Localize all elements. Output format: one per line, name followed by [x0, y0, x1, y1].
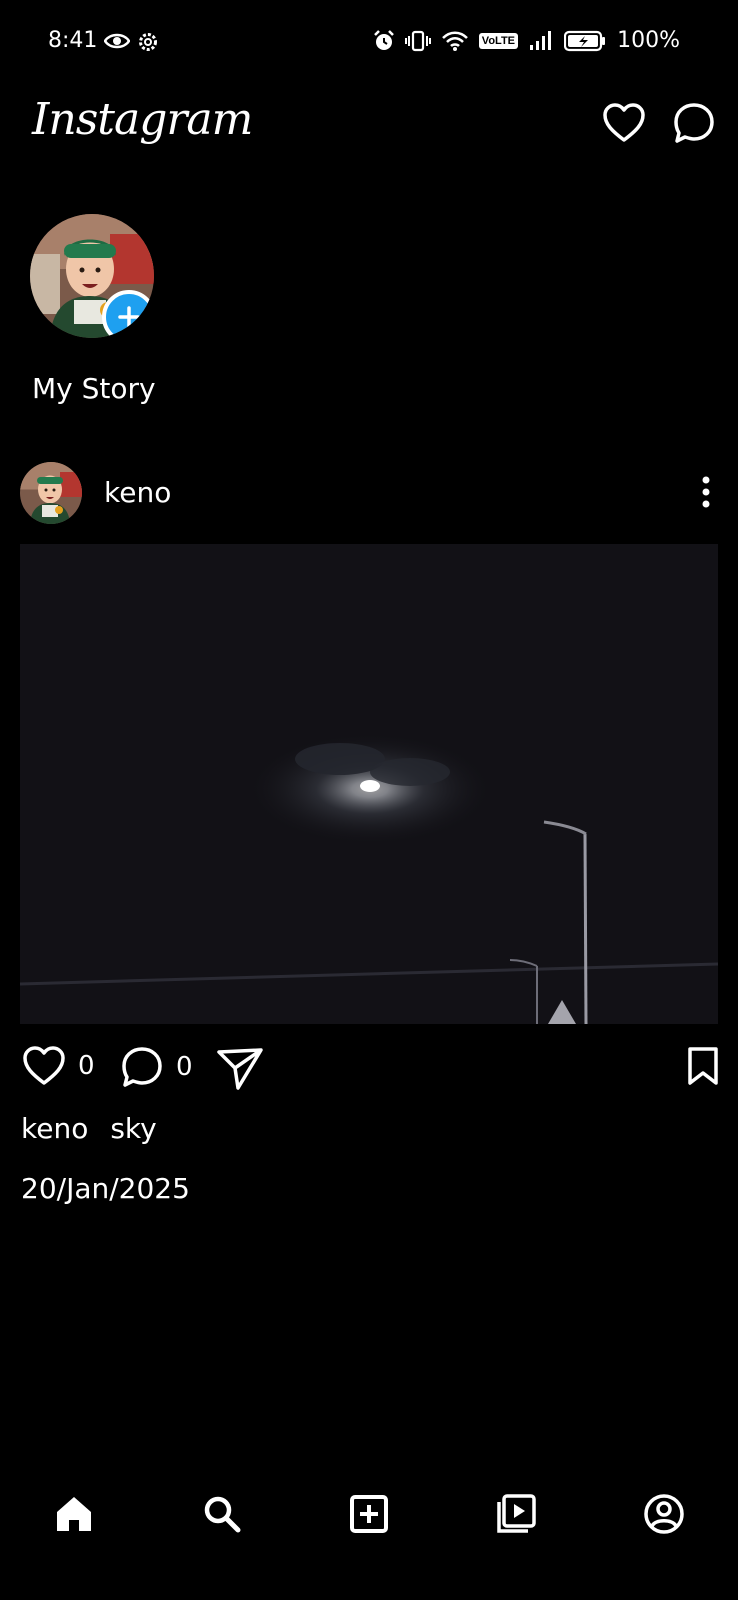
wifi-icon	[441, 30, 469, 52]
story-item-my-story[interactable]: My Story	[30, 214, 190, 405]
status-bar: 8:41 VoLTE 100%	[0, 22, 738, 62]
bottom-nav	[0, 1486, 738, 1556]
comment-icon[interactable]	[120, 1046, 164, 1088]
comment-count: 0	[176, 1052, 193, 1082]
home-icon[interactable]	[54, 1494, 94, 1534]
nav-reels[interactable]	[488, 1486, 544, 1542]
add-post-icon[interactable]	[349, 1494, 389, 1534]
post-actions: 0 0	[20, 1046, 720, 1094]
vibrate-icon	[404, 30, 431, 52]
status-time: 8:41	[48, 28, 98, 53]
reels-icon[interactable]	[495, 1493, 537, 1535]
post-date: 20/Jan/2025	[21, 1172, 190, 1205]
post-caption: keno sky	[21, 1112, 157, 1145]
post-header: keno	[20, 462, 720, 524]
post-image[interactable]	[20, 544, 718, 1024]
alarm-icon	[373, 30, 395, 52]
status-left-icons	[104, 30, 160, 54]
caption-text: sky	[110, 1112, 157, 1145]
like-action[interactable]: 0	[22, 1046, 95, 1086]
comment-action[interactable]: 0	[120, 1046, 193, 1088]
nav-search[interactable]	[194, 1486, 250, 1542]
post-avatar[interactable]	[20, 462, 82, 524]
share-action[interactable]	[216, 1046, 264, 1090]
heart-icon[interactable]	[602, 102, 646, 144]
post-username[interactable]: keno	[104, 476, 171, 509]
like-count: 0	[78, 1051, 95, 1081]
nav-profile[interactable]	[636, 1486, 692, 1542]
avatar[interactable]	[30, 214, 154, 338]
battery-percent: 100%	[617, 28, 680, 53]
like-icon[interactable]	[22, 1046, 66, 1086]
volte-icon: VoLTE	[478, 33, 518, 49]
story-label: My Story	[32, 372, 156, 405]
battery-icon	[564, 30, 606, 52]
search-icon[interactable]	[202, 1494, 242, 1534]
send-icon[interactable]	[216, 1046, 264, 1090]
app-header: Instagram	[0, 84, 738, 164]
gear-icon	[136, 30, 160, 54]
profile-icon[interactable]	[643, 1493, 685, 1535]
signal-icon	[528, 30, 554, 52]
instagram-logo: Instagram	[32, 94, 253, 145]
messenger-icon[interactable]	[672, 102, 716, 144]
bookmark-icon[interactable]	[686, 1046, 720, 1086]
nav-add-post[interactable]	[341, 1486, 397, 1542]
more-options-icon[interactable]	[692, 472, 720, 512]
caption-username[interactable]: keno	[21, 1112, 88, 1145]
add-story-button[interactable]	[102, 290, 154, 338]
eye-icon	[104, 30, 130, 54]
nav-home[interactable]	[46, 1486, 102, 1542]
header-actions	[602, 102, 716, 144]
status-right-icons: VoLTE	[373, 30, 606, 52]
plus-icon	[118, 306, 140, 328]
save-action[interactable]	[686, 1046, 720, 1086]
